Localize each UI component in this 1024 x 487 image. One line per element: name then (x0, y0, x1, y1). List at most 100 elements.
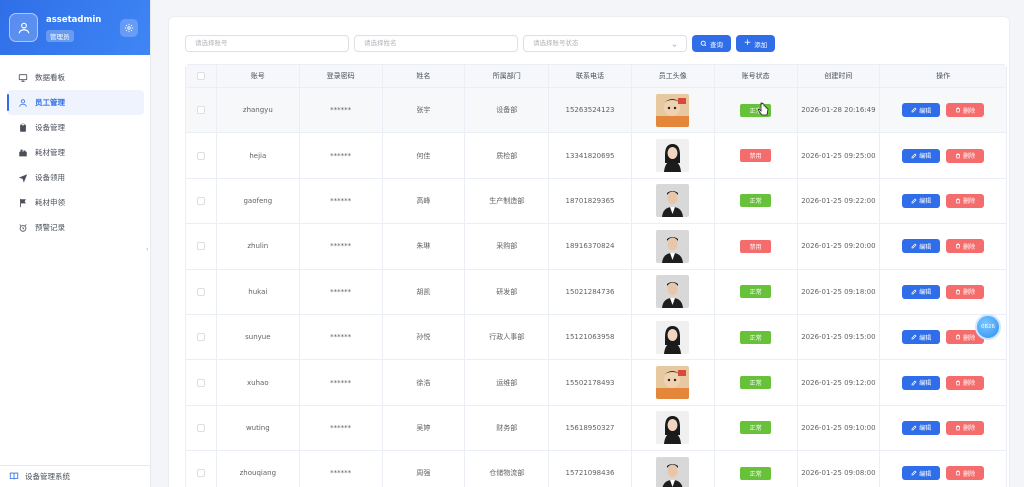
cell-account: zhulin (217, 224, 300, 269)
cell-dept: 运维部 (465, 360, 550, 405)
trash-icon (956, 289, 961, 295)
cell-photo (632, 133, 715, 178)
female-portrait-icon[interactable] (656, 320, 690, 354)
cell-status: 正常 (715, 269, 798, 314)
edit-button[interactable]: 编辑 (902, 420, 941, 435)
row-checkbox[interactable] (196, 242, 205, 251)
delete-button[interactable]: 删除 (946, 193, 985, 208)
edit-button-label: 编辑 (919, 380, 932, 388)
edit-button[interactable]: 编辑 (902, 103, 941, 118)
male-portrait-icon[interactable] (656, 184, 690, 218)
edit-button[interactable]: 编辑 (902, 193, 941, 208)
employee-table: 账号 登录密码 姓名 所属部门 联系电话 员工头像 账号状态 创建时间 操作 zhangyu **… (185, 64, 1007, 487)
cell-phone: 15721098436 (549, 451, 632, 487)
row-checkbox[interactable] (196, 423, 205, 432)
delete-button-label: 删除 (963, 243, 976, 251)
status-badge[interactable]: 正常 (740, 376, 772, 390)
cell-created: 2026-01-25 09:25:00 (798, 133, 881, 178)
cell-created: 2026-01-25 09:10:00 (798, 405, 881, 451)
cell-account: zhouqiang (217, 451, 300, 487)
sidebar-item-label: 耗材申领 (35, 198, 65, 207)
delete-button[interactable]: 删除 (946, 375, 985, 390)
edit-button-label: 编辑 (919, 243, 932, 251)
row-checkbox[interactable] (196, 151, 205, 160)
edit-button[interactable]: 编辑 (902, 148, 941, 163)
delete-button[interactable]: 删除 (946, 103, 985, 118)
edit-button[interactable]: 编辑 (902, 284, 941, 299)
select-all-checkbox[interactable] (196, 72, 205, 80)
row-checkbox[interactable] (196, 469, 205, 478)
edit-button[interactable]: 编辑 (902, 466, 941, 481)
sidebar-item-5[interactable]: 耗材申领 (7, 190, 144, 215)
row-checkbox[interactable] (196, 196, 205, 205)
sidebar-item-2[interactable]: 设备管理 (7, 115, 144, 140)
cartoon-avatar-icon[interactable] (656, 366, 690, 400)
cell-phone: 15121063958 (549, 314, 632, 360)
edit-icon (911, 334, 917, 340)
column-header: 账号 (217, 65, 300, 87)
send-icon (18, 173, 28, 183)
edit-button[interactable]: 编辑 (902, 330, 941, 345)
cell-dept: 采购部 (465, 224, 550, 269)
male-portrait-icon[interactable] (656, 456, 690, 487)
status-filter-select[interactable]: 请选择账号状态 (523, 35, 687, 52)
delete-button[interactable]: 删除 (946, 148, 985, 163)
status-badge[interactable]: 禁用 (740, 149, 772, 163)
delete-button-label: 删除 (963, 289, 976, 297)
delete-button[interactable]: 删除 (946, 284, 985, 299)
male-portrait-icon[interactable] (656, 229, 690, 263)
row-checkbox[interactable] (196, 333, 205, 342)
row-checkbox[interactable] (196, 378, 205, 387)
status-badge[interactable]: 正常 (740, 421, 772, 435)
name-filter-input[interactable]: 请选择姓名 (354, 35, 518, 52)
status-badge[interactable]: 禁用 (740, 239, 772, 253)
delete-button[interactable]: 删除 (946, 420, 985, 435)
column-header: 操作 (936, 72, 951, 80)
edit-button[interactable]: 编辑 (902, 239, 941, 254)
cell-photo (632, 314, 715, 360)
row-checkbox-cell (186, 224, 217, 269)
table-row: wuting ****** 吴婷 财务部 15618950327 正常 2026-01-25… (186, 405, 1006, 452)
user-avatar-icon[interactable] (9, 13, 38, 42)
status-badge[interactable]: 正常 (740, 285, 772, 299)
delete-button[interactable]: 删除 (946, 466, 985, 481)
status-badge[interactable]: 正常 (740, 466, 772, 480)
sidebar-item-4[interactable]: 设备领用 (7, 165, 144, 190)
cell-name: 徐浩 (383, 360, 466, 405)
edit-button-label: 编辑 (919, 198, 932, 206)
sidebar-item-label: 数据看板 (35, 73, 65, 82)
row-checkbox[interactable] (196, 287, 205, 296)
cell-password: ****** (300, 88, 383, 133)
row-checkbox[interactable] (196, 106, 205, 115)
settings-icon[interactable] (120, 19, 138, 37)
sidebar: assetadmin 管理员 数据看板 员工管理 设备管理 耗材管理 设备领用 耗材申领预… (0, 0, 151, 487)
account-filter-input[interactable]: 请选择账号 (185, 35, 349, 52)
search-button[interactable]: 查询 (692, 35, 731, 52)
collapse-icon[interactable]: ‹ (146, 246, 155, 255)
delete-button-label: 删除 (963, 198, 976, 206)
search-button-label: 查询 (710, 40, 723, 49)
delete-button[interactable]: 删除 (946, 239, 985, 254)
sidebar-item-6[interactable]: 预警记录 (7, 215, 144, 240)
column-header: 员工头像 (632, 65, 715, 87)
edit-button[interactable]: 编辑 (902, 375, 941, 390)
add-button[interactable]: + 添加 (736, 35, 775, 52)
system-name: 设备管理系统 (25, 472, 70, 481)
cell-name: 高峰 (383, 178, 466, 224)
table-row: hejia ****** 何佳 质检部 13341820695 禁用 2026-01-25 … (186, 133, 1006, 179)
floating-assistant-button[interactable]: 0826 (975, 314, 1001, 340)
sidebar-item-1[interactable]: 员工管理 (7, 90, 144, 115)
sidebar-item-0[interactable]: 数据看板 (7, 65, 144, 90)
cell-actions: 编辑 删除 (880, 133, 1006, 177)
cartoon-avatar-icon[interactable] (656, 93, 690, 127)
sidebar-item-3[interactable]: 耗材管理 (7, 140, 144, 165)
clipboard-icon (18, 123, 28, 133)
status-badge[interactable]: 正常 (740, 330, 772, 344)
status-badge[interactable]: 正常 (740, 194, 772, 208)
female-portrait-icon[interactable] (656, 139, 690, 173)
delete-button-label: 删除 (963, 425, 976, 433)
female-portrait-icon[interactable] (656, 411, 690, 445)
delete-button-label: 删除 (963, 380, 976, 388)
column-header: 联系电话 (549, 65, 632, 87)
male-portrait-icon[interactable] (656, 275, 690, 309)
